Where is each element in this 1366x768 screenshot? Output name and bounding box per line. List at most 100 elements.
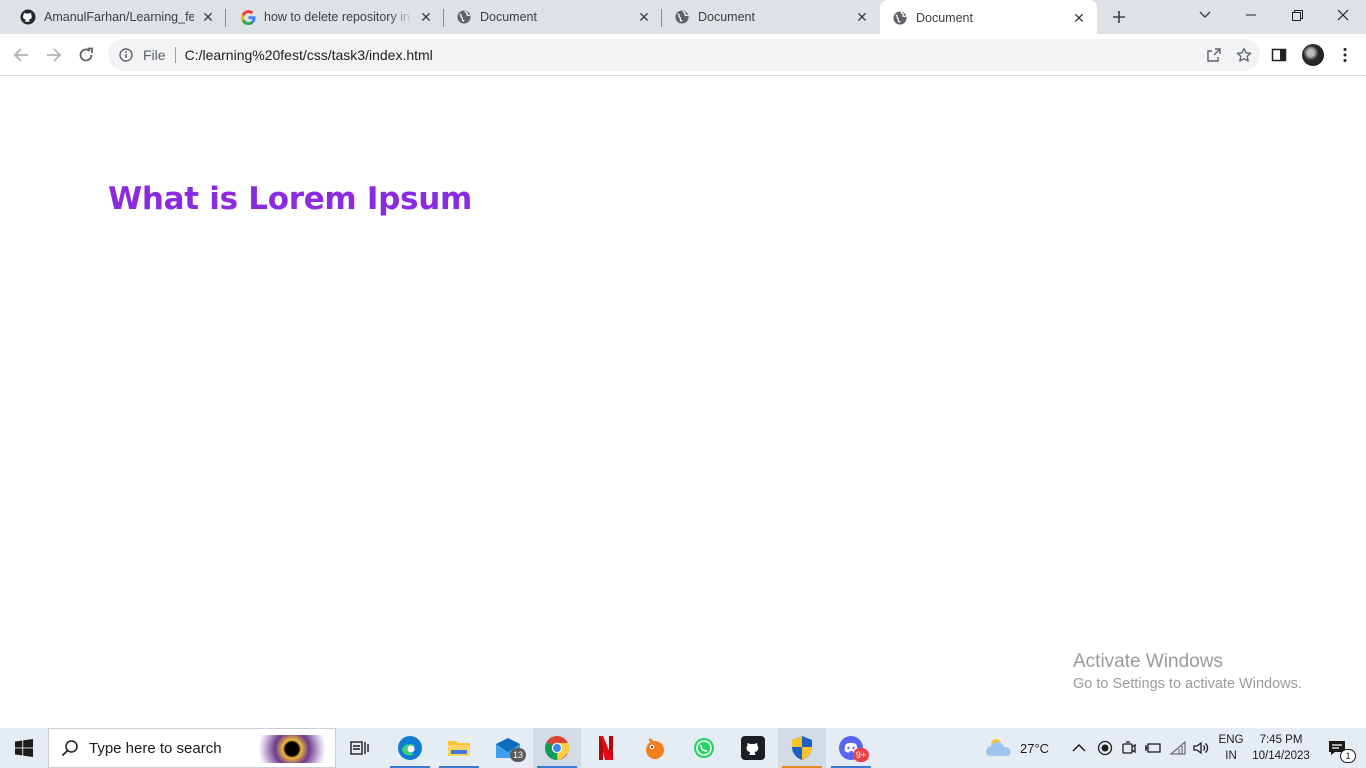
arrow-right-icon (47, 48, 62, 62)
tab-title: Document (916, 11, 973, 25)
start-button[interactable] (0, 728, 48, 768)
taskbar-github-desktop[interactable] (729, 728, 777, 768)
tab-search-button[interactable] (1182, 0, 1228, 30)
reload-button[interactable] (74, 43, 98, 67)
github-icon (20, 9, 36, 25)
globe-icon (892, 10, 908, 26)
shield-icon (792, 736, 812, 760)
search-placeholder: Type here to search (89, 739, 222, 757)
side-panel-icon (1271, 48, 1287, 62)
search-icon (61, 740, 78, 757)
taskbar-discord[interactable]: 9+ (827, 728, 875, 768)
watermark-title: Activate Windows (1073, 651, 1223, 672)
address-bar[interactable]: File C:/learning%20fest/css/task3/index.… (108, 39, 1260, 71)
close-icon[interactable]: ✕ (1071, 10, 1087, 26)
share-icon[interactable] (1206, 47, 1222, 63)
page-heading: What is Lorem Ipsum (108, 181, 472, 217)
whatsapp-icon (694, 738, 714, 758)
forward-button[interactable] (42, 43, 66, 67)
menu-button[interactable] (1333, 43, 1357, 67)
new-tab-button[interactable] (1108, 6, 1130, 28)
tray-volume-icon[interactable] (1192, 728, 1210, 768)
taskbar-search[interactable]: Type here to search (48, 728, 336, 768)
browser-toolbar: File C:/learning%20fest/css/task3/index.… (0, 34, 1366, 76)
taskbar-whatsapp[interactable] (680, 728, 728, 768)
discord-badge: 9+ (853, 748, 869, 762)
bookmark-star-icon[interactable] (1236, 47, 1252, 63)
windows-taskbar: Type here to search 13 9+ 27°C ENG IN 7:… (0, 728, 1366, 768)
back-button[interactable] (9, 43, 33, 67)
clock-time: 7:45 PM (1259, 734, 1303, 746)
side-panel-button[interactable] (1267, 43, 1291, 67)
taskbar-edge[interactable] (386, 728, 434, 768)
close-icon (1337, 9, 1349, 21)
activation-watermark: Activate Windows Go to Settings to activ… (1073, 651, 1302, 692)
url-text[interactable]: C:/learning%20fest/css/task3/index.html (185, 47, 433, 63)
netflix-icon (599, 736, 613, 760)
taskbar-file-explorer[interactable] (435, 728, 483, 768)
language-region: IN (1225, 750, 1237, 762)
taskbar-bird-app[interactable] (631, 728, 679, 768)
close-window-button[interactable] (1320, 0, 1366, 30)
tab-document-1[interactable]: Document ✕ (444, 0, 662, 34)
globe-icon (456, 9, 472, 25)
tray-network-icon[interactable] (1169, 728, 1187, 768)
tab-title: AmanulFarhan/Learning_fest (44, 10, 194, 24)
restore-button[interactable] (1274, 0, 1320, 30)
search-highlight-image[interactable] (257, 735, 327, 763)
tab-github[interactable]: AmanulFarhan/Learning_fest ✕ (0, 0, 226, 34)
mail-badge: 13 (510, 748, 526, 762)
minimize-button[interactable] (1228, 0, 1274, 30)
wifi-icon (1169, 740, 1186, 755)
bird-app-icon (646, 738, 664, 759)
close-icon[interactable]: ✕ (854, 9, 870, 25)
camera-icon (1122, 741, 1136, 754)
tray-battery-icon[interactable] (1144, 728, 1162, 768)
language-code: ENG (1218, 734, 1244, 746)
divider (174, 47, 176, 63)
clock[interactable]: 7:45 PM 10/14/2023 (1250, 728, 1312, 768)
reload-icon (79, 47, 93, 62)
notification-center-button[interactable]: 1 (1322, 728, 1356, 768)
tab-title: Document (698, 10, 755, 24)
speaker-icon (1193, 741, 1209, 755)
profile-avatar[interactable] (1302, 44, 1324, 66)
watermark-subtitle: Go to Settings to activate Windows. (1073, 676, 1302, 692)
info-icon[interactable] (118, 47, 134, 63)
tray-meet-icon[interactable] (1121, 728, 1137, 768)
tab-document-active[interactable]: Document ✕ (880, 0, 1097, 36)
close-icon[interactable]: ✕ (418, 9, 434, 25)
globe-icon (674, 9, 690, 25)
taskbar-security-shield[interactable] (778, 728, 826, 768)
cloud-weather-icon (985, 739, 1011, 756)
folder-icon (448, 741, 470, 756)
edge-icon (398, 736, 422, 760)
task-view-icon (350, 741, 369, 755)
tab-document-2[interactable]: Document ✕ (662, 0, 880, 34)
tray-record-icon[interactable] (1097, 728, 1113, 768)
show-hidden-icons-button[interactable] (1072, 728, 1086, 768)
taskbar-mail[interactable]: 13 (484, 728, 532, 768)
tab-google[interactable]: how to delete repository in git ✕ (226, 0, 444, 34)
tab-strip: AmanulFarhan/Learning_fest ✕ how to dele… (0, 0, 1366, 36)
clock-date: 10/14/2023 (1252, 750, 1310, 762)
more-vertical-icon (1343, 48, 1347, 62)
chevron-up-icon (1072, 743, 1086, 752)
close-icon[interactable]: ✕ (200, 9, 216, 25)
taskbar-chrome[interactable] (533, 728, 581, 768)
chevron-down-icon (1199, 11, 1211, 18)
arrow-left-icon (13, 48, 28, 62)
battery-plug-icon (1145, 743, 1161, 753)
restore-icon (1291, 9, 1303, 21)
minimize-icon (1246, 14, 1256, 16)
github-icon (741, 736, 765, 760)
tab-title: Document (480, 10, 537, 24)
tab-title: how to delete repository in git (264, 10, 412, 24)
task-view-button[interactable] (336, 728, 384, 768)
windows-logo-icon (15, 739, 33, 757)
taskbar-netflix[interactable] (582, 728, 630, 768)
language-indicator[interactable]: ENG IN (1216, 728, 1246, 768)
close-icon[interactable]: ✕ (636, 9, 652, 25)
notification-count: 1 (1340, 749, 1356, 763)
weather-widget[interactable]: 27°C (984, 728, 1049, 768)
